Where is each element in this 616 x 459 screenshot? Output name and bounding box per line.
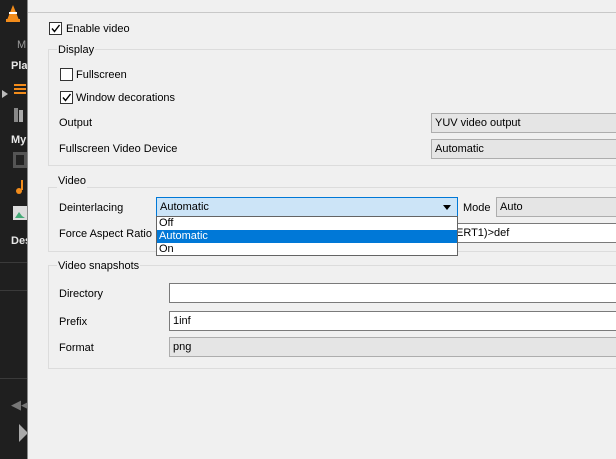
mode-value: Auto [500,201,523,213]
fullscreen-device-value: Automatic [435,143,484,155]
format-select[interactable]: png [169,337,616,357]
pictures-icon [13,206,27,220]
strip-text-m: M [17,39,27,51]
video-group-title: Video [57,174,87,188]
expand-arrow-icon [2,90,8,98]
mode-select[interactable]: Auto [496,197,616,217]
force-aspect-ratio-label: Force Aspect Ratio [59,228,152,240]
rewind-icon[interactable]: ◀◀ [11,397,27,413]
deinterlacing-dropdown-list: Off Automatic On [156,216,458,256]
chevron-down-icon [443,205,451,210]
deinterlacing-option-on[interactable]: On [157,243,457,256]
play-icon[interactable] [19,424,27,442]
format-value: png [173,341,192,353]
strip-divider [0,378,27,379]
directory-label: Directory [59,288,104,300]
video-snapshots-group-title: Video snapshots [57,259,141,273]
playlist-icon [14,84,26,94]
strip-divider [0,262,27,263]
vlc-cone-icon [6,5,20,22]
video-icon [13,152,27,168]
display-group-title: Display [57,43,96,57]
output-label: Output [59,117,93,129]
checkmark-icon [62,93,72,102]
prefix-value: 1inf [173,315,191,327]
top-divider [28,12,616,13]
fullscreen-device-select[interactable]: Automatic [431,139,616,159]
force-aspect-ratio-value: ERT1)>def [456,227,510,239]
checkmark-icon [51,24,61,33]
enable-video-label: Enable video [66,23,130,35]
window-decorations-label: Window decorations [76,92,176,104]
mode-label: Mode [463,202,491,214]
deinterlacing-option-off[interactable]: Off [157,217,457,230]
strip-text-devices: Des [11,235,27,247]
media-library-icon [14,108,23,122]
prefix-label: Prefix [59,316,88,328]
output-select[interactable]: YUV video output [431,113,616,133]
prefix-input[interactable]: 1inf [169,311,616,331]
background-app-strip: M Pla My Des ◀◀ [0,0,27,459]
fullscreen-label: Fullscreen [76,69,127,81]
format-label: Format [59,342,94,354]
deinterlacing-label: Deinterlacing [59,202,124,214]
deinterlacing-select[interactable]: Automatic [156,197,458,217]
music-icon [16,180,23,194]
window-decorations-checkbox[interactable] [60,91,73,104]
enable-video-checkbox[interactable] [49,22,62,35]
deinterlacing-value: Automatic [160,201,209,213]
deinterlacing-option-automatic[interactable]: Automatic [157,230,457,243]
video-preferences-panel: Enable video Display Fullscreen Window d… [27,0,616,459]
strip-divider [0,290,27,291]
output-value: YUV video output [435,117,521,129]
fullscreen-device-label: Fullscreen Video Device [59,143,178,155]
strip-text-playlist: Pla [11,60,27,72]
directory-input[interactable] [169,283,616,303]
strip-text-mymusic: My [11,134,27,146]
fullscreen-checkbox[interactable] [60,68,73,81]
